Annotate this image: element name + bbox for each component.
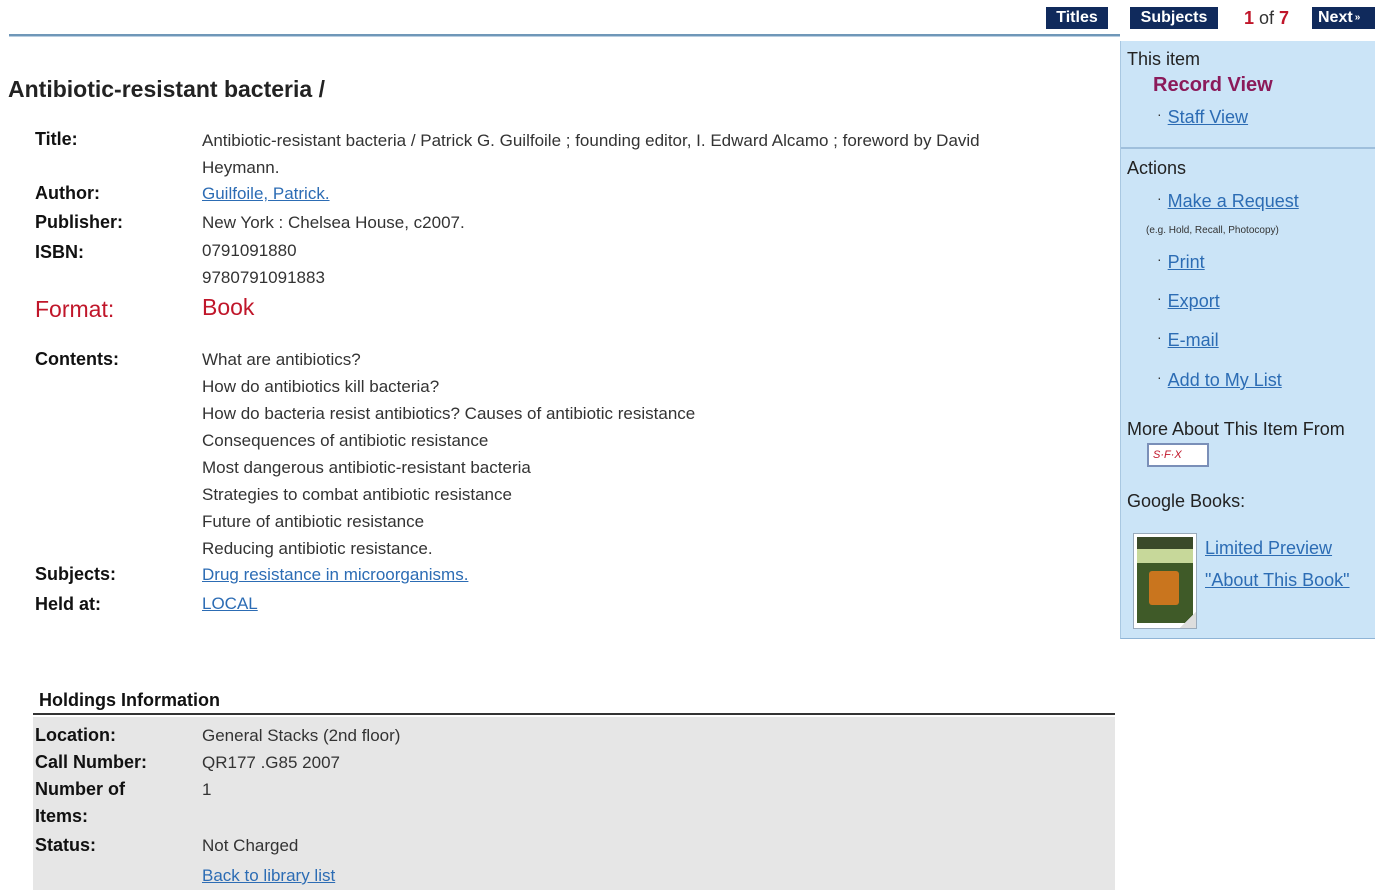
bullet-icon: · — [1157, 369, 1162, 385]
format-value: Book — [202, 294, 255, 320]
publisher-label: Publisher: — [35, 212, 124, 232]
subjects-button[interactable]: Subjects — [1130, 7, 1218, 29]
bullet-icon: · — [1157, 251, 1162, 267]
status-value: Not Charged — [202, 836, 299, 855]
call-number-label: Call Number: — [35, 752, 148, 772]
isbn-value-1: 0791091880 — [202, 241, 297, 260]
isbn-label: ISBN: — [35, 242, 84, 262]
page-curl-icon — [1180, 612, 1196, 628]
book-cover-thumbnail[interactable] — [1133, 533, 1197, 629]
print-link[interactable]: Print — [1168, 252, 1205, 272]
book-cover-image — [1137, 537, 1193, 623]
bullet-icon: · — [1157, 329, 1162, 345]
author-label: Author: — [35, 183, 100, 203]
subjects-label: Subjects: — [35, 564, 117, 584]
contents-item: Future of antibiotic resistance — [202, 512, 425, 531]
format-label: Format: — [35, 296, 115, 322]
bullet-icon: · — [1157, 106, 1162, 122]
contents-item: Strategies to combat antibiotic resistan… — [202, 485, 512, 504]
number-of-items-value: 1 — [202, 780, 212, 799]
title-value-line1: Antibiotic-resistant bacteria / Patrick … — [202, 131, 980, 150]
result-counter: 1 of 7 — [1244, 6, 1289, 30]
status-label: Status: — [35, 835, 97, 855]
held-at-link[interactable]: LOCAL — [202, 594, 258, 613]
holdings-rule — [33, 713, 1115, 715]
actions-heading: Actions — [1127, 158, 1187, 178]
contents-item: Consequences of antibiotic resistance — [202, 431, 489, 450]
title-label: Title: — [35, 129, 78, 149]
limited-preview-link[interactable]: Limited Preview — [1205, 538, 1332, 558]
contents-item: Reducing antibiotic resistance. — [202, 539, 433, 558]
sidebar-divider — [1121, 147, 1375, 149]
export-link[interactable]: Export — [1168, 291, 1220, 311]
next-label: Next — [1318, 9, 1353, 26]
staff-view-link[interactable]: Staff View — [1168, 107, 1248, 127]
number-of-items-label-line1: Number of — [35, 779, 125, 799]
location-label: Location: — [35, 725, 116, 745]
more-about-heading: More About This Item From — [1127, 419, 1345, 439]
title-value-line2: Heymann. — [202, 158, 280, 177]
google-books-heading: Google Books: — [1127, 491, 1246, 511]
contents-item: What are antibiotics? — [202, 350, 361, 369]
sfx-logo-button[interactable]: S·F·X — [1147, 443, 1209, 467]
sidebar: This item Record View · Staff View Action… — [1120, 41, 1375, 639]
contents-item: How do bacteria resist antibiotics? Caus… — [202, 404, 696, 423]
isbn-value-2: 9780791091883 — [202, 268, 325, 287]
record-heading: Antibiotic-resistant bacteria / — [8, 76, 325, 102]
next-arrow-icon: » — [1354, 12, 1361, 23]
make-request-link[interactable]: Make a Request — [1168, 191, 1299, 211]
add-to-my-list-link[interactable]: Add to My List — [1168, 370, 1282, 390]
holdings-panel: Location: General Stacks (2nd floor) Cal… — [33, 717, 1115, 890]
contents-item: Most dangerous antibiotic-resistant bact… — [202, 458, 531, 477]
titles-button[interactable]: Titles — [1046, 7, 1108, 29]
contents-label: Contents: — [35, 349, 119, 369]
of-text: of — [1259, 8, 1275, 28]
this-item-heading: This item — [1127, 49, 1201, 69]
held-at-label: Held at: — [35, 594, 102, 614]
contents-item: How do antibiotics kill bacteria? — [202, 377, 440, 396]
location-value: General Stacks (2nd floor) — [202, 726, 401, 745]
author-link[interactable]: Guilfoile, Patrick. — [202, 184, 330, 203]
record-view-current: Record View — [1153, 74, 1273, 96]
bullet-icon: · — [1157, 290, 1162, 306]
request-note: (e.g. Hold, Recall, Photocopy) — [1146, 225, 1279, 236]
publisher-value: New York : Chelsea House, c2007. — [202, 213, 465, 232]
holdings-heading: Holdings Information — [39, 690, 220, 710]
bullet-icon: · — [1157, 190, 1162, 206]
total-records-number: 7 — [1279, 8, 1290, 28]
number-of-items-label-line2: Items: — [35, 806, 89, 826]
top-navigation: Titles Subjects 1 of 7 Next» — [0, 6, 1375, 30]
back-to-library-list-link[interactable]: Back to library list — [202, 866, 335, 885]
next-button[interactable]: Next» — [1312, 7, 1375, 29]
subject-link[interactable]: Drug resistance in microorganisms. — [202, 565, 468, 584]
about-this-book-link[interactable]: "About This Book" — [1205, 570, 1350, 590]
call-number-value: QR177 .G85 2007 — [202, 753, 340, 772]
email-link[interactable]: E-mail — [1168, 330, 1219, 350]
current-record-number: 1 — [1244, 8, 1255, 28]
header-rule — [9, 34, 1120, 37]
